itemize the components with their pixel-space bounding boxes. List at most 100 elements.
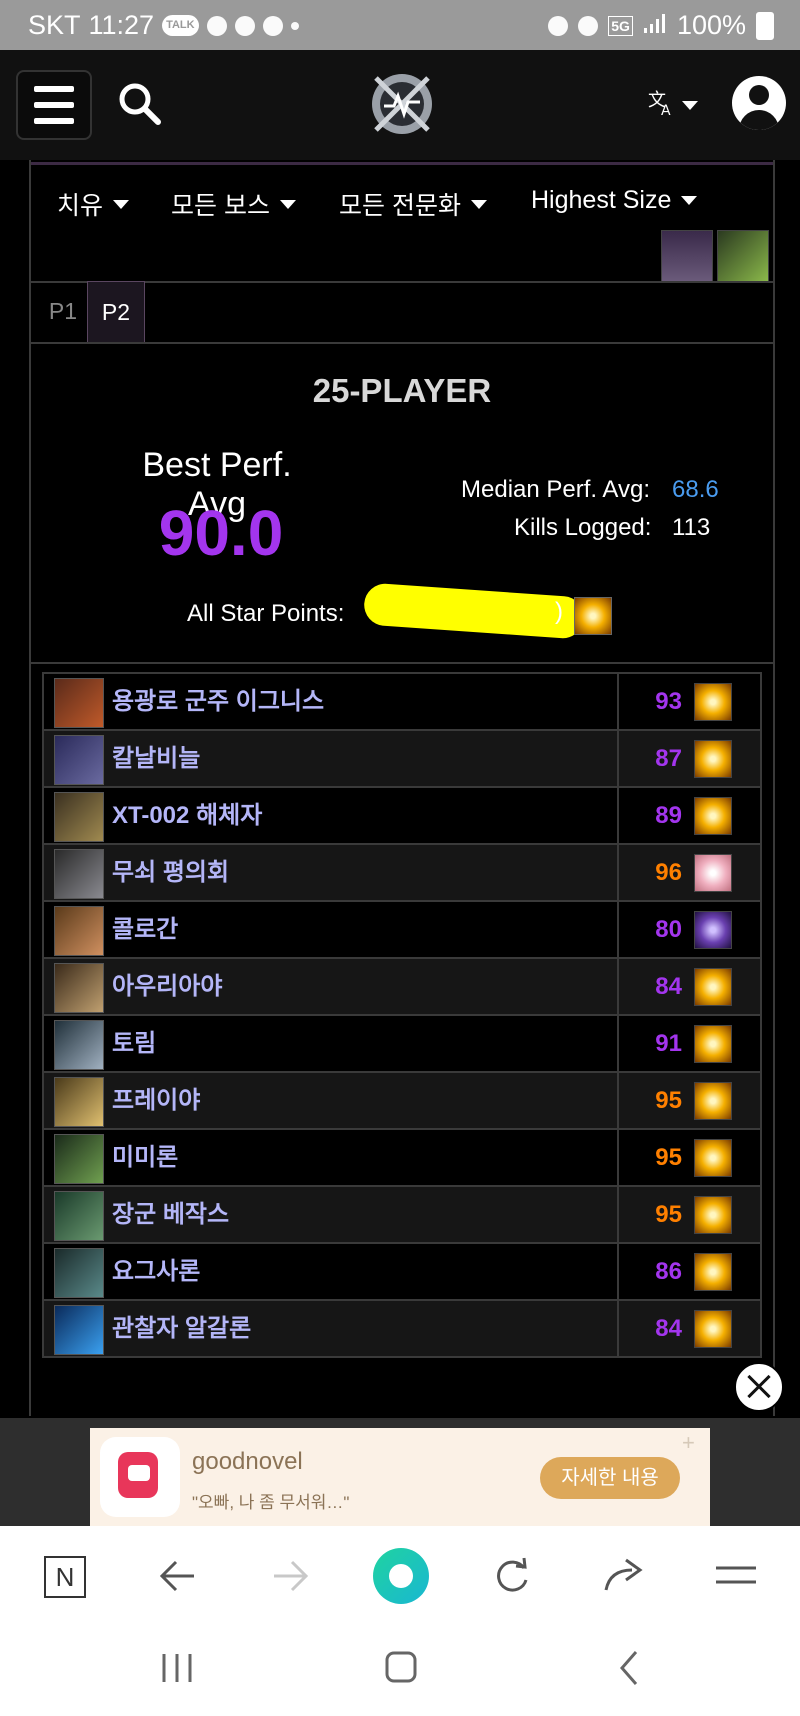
translate-icon: 文A <box>648 88 676 123</box>
mute-icon <box>578 15 599 36</box>
carrier-label: SKT <box>28 10 81 40</box>
goodnovel-logo-icon <box>100 1437 180 1517</box>
kills-logged-label: Kills Logged: <box>514 514 652 541</box>
raid-zone-icon[interactable] <box>661 230 713 282</box>
menu-icon[interactable] <box>714 1556 758 1601</box>
boss-name[interactable]: 장군 베작스 <box>112 1187 229 1242</box>
spec-icon <box>694 683 732 721</box>
clock: 11:27 <box>88 10 155 40</box>
battery-percent: 100% <box>676 10 746 40</box>
boss-portrait-icon <box>54 678 104 728</box>
boss-name[interactable]: XT-002 해체자 <box>112 788 262 843</box>
back-arrow-icon[interactable] <box>158 1556 198 1601</box>
boss-portrait-icon <box>54 1305 104 1355</box>
boss-name[interactable]: 관찰자 알갈론 <box>112 1301 251 1356</box>
svg-text:A: A <box>661 103 671 116</box>
all-star-points-label: All Star Points: <box>187 600 345 627</box>
language-selector[interactable]: 文A <box>648 88 698 123</box>
reload-icon[interactable] <box>492 1556 532 1601</box>
ad-details-button[interactable]: 자세한 내용 <box>540 1457 680 1499</box>
table-row[interactable]: 칼날비늘 87 <box>44 731 760 788</box>
median-perf-label: Median Perf. Avg: <box>461 476 650 503</box>
table-row[interactable]: 무쇠 평의회 96 <box>44 845 760 902</box>
divider <box>31 162 773 165</box>
recent-apps-icon[interactable] <box>160 1652 196 1689</box>
forward-arrow-icon[interactable] <box>270 1556 310 1601</box>
boss-name[interactable]: 콜로간 <box>112 902 178 957</box>
boss-name[interactable]: 토림 <box>112 1016 156 1071</box>
boss-score: 87 <box>655 745 682 772</box>
signal-icon <box>643 10 667 41</box>
home-button[interactable] <box>373 1548 429 1604</box>
all-star-points-paren: ) <box>555 598 563 625</box>
boss-portrait-icon <box>54 1134 104 1184</box>
kills-logged-value: 113 <box>672 514 711 541</box>
account-avatar-icon[interactable] <box>732 76 786 130</box>
tab-p2[interactable]: P2 <box>87 281 145 343</box>
spec-icon <box>574 597 612 635</box>
divider <box>31 662 773 664</box>
boss-name[interactable]: 용광로 군주 이그니스 <box>112 674 324 729</box>
table-row[interactable]: 관찰자 알갈론 84 <box>44 1301 760 1356</box>
boss-score: 84 <box>655 973 682 1000</box>
notification-icon <box>206 15 227 36</box>
boss-filter-label: 모든 보스 <box>171 192 270 220</box>
table-row[interactable]: 아우리아야 84 <box>44 959 760 1016</box>
site-logo[interactable] <box>368 70 436 138</box>
alarm-icon <box>548 15 569 36</box>
spec-filter-label: 모든 전문화 <box>339 192 461 220</box>
spec-icon <box>694 854 732 892</box>
spec-filter-dropdown[interactable]: 모든 전문화 <box>339 186 487 222</box>
table-row[interactable]: 미미론 95 <box>44 1130 760 1187</box>
chevron-down-icon <box>113 199 130 209</box>
table-row[interactable]: 토림 91 <box>44 1016 760 1073</box>
redaction-mark <box>362 582 586 640</box>
table-row[interactable]: 프레이야 95 <box>44 1073 760 1130</box>
spec-icon <box>694 911 732 949</box>
table-row[interactable]: 용광로 군주 이그니스 93 <box>44 674 760 731</box>
table-row[interactable]: 장군 베작스 95 <box>44 1187 760 1244</box>
boss-name[interactable]: 칼날비늘 <box>112 731 200 786</box>
boss-portrait-icon <box>54 906 104 956</box>
boss-name[interactable]: 무쇠 평의회 <box>112 845 229 900</box>
back-icon[interactable] <box>614 1648 644 1693</box>
boss-score: 96 <box>655 859 682 886</box>
home-icon[interactable] <box>384 1650 420 1691</box>
ad-banner[interactable]: goodnovel "오빠, 나 좀 무서워…" 자세한 내용 + <box>90 1428 710 1526</box>
network-type: 5G <box>608 15 633 36</box>
chevron-down-icon <box>470 199 487 209</box>
boss-filter-dropdown[interactable]: 모든 보스 <box>171 186 296 222</box>
boss-portrait-icon <box>54 1248 104 1298</box>
menu-button[interactable] <box>16 70 92 140</box>
role-filter-label: 치유 <box>57 192 104 220</box>
boss-name[interactable]: 아우리아야 <box>112 959 222 1014</box>
boss-score: 80 <box>655 916 682 943</box>
best-perf-value: 90.0 <box>158 497 284 569</box>
difficulty-title: 25-PLAYER <box>312 372 492 409</box>
table-row[interactable]: XT-002 해체자 89 <box>44 788 760 845</box>
search-icon[interactable] <box>118 82 162 126</box>
boss-name[interactable]: 프레이야 <box>112 1073 200 1128</box>
boss-score: 84 <box>655 1315 682 1342</box>
share-icon[interactable] <box>602 1556 646 1601</box>
role-filter-dropdown[interactable]: 치유 <box>57 186 130 222</box>
boss-table: 용광로 군주 이그니스 93 칼날비늘 87 XT-002 해체자 89 무쇠 … <box>42 672 762 1358</box>
size-filter-dropdown[interactable]: Highest Size <box>531 186 698 215</box>
boss-name[interactable]: 요그사론 <box>112 1244 200 1299</box>
boss-portrait-icon <box>54 735 104 785</box>
battery-icon <box>756 11 774 40</box>
ad-info-icon[interactable]: + <box>682 1430 695 1456</box>
key-icon[interactable] <box>717 230 769 282</box>
tabs-button[interactable]: N <box>44 1556 86 1598</box>
boss-portrait-icon <box>54 1077 104 1127</box>
table-row[interactable]: 요그사론 86 <box>44 1244 760 1301</box>
boss-score: 89 <box>655 802 682 829</box>
chevron-down-icon <box>279 199 296 209</box>
spec-icon <box>694 1025 732 1063</box>
status-bar: SKT 11:27 TALK 5G 100% <box>0 0 800 50</box>
table-row[interactable]: 콜로간 80 <box>44 902 760 959</box>
close-ad-button[interactable] <box>734 1362 784 1412</box>
notification-icon-2 <box>234 15 255 36</box>
boss-name[interactable]: 미미론 <box>112 1130 178 1185</box>
boss-portrait-icon <box>54 849 104 899</box>
